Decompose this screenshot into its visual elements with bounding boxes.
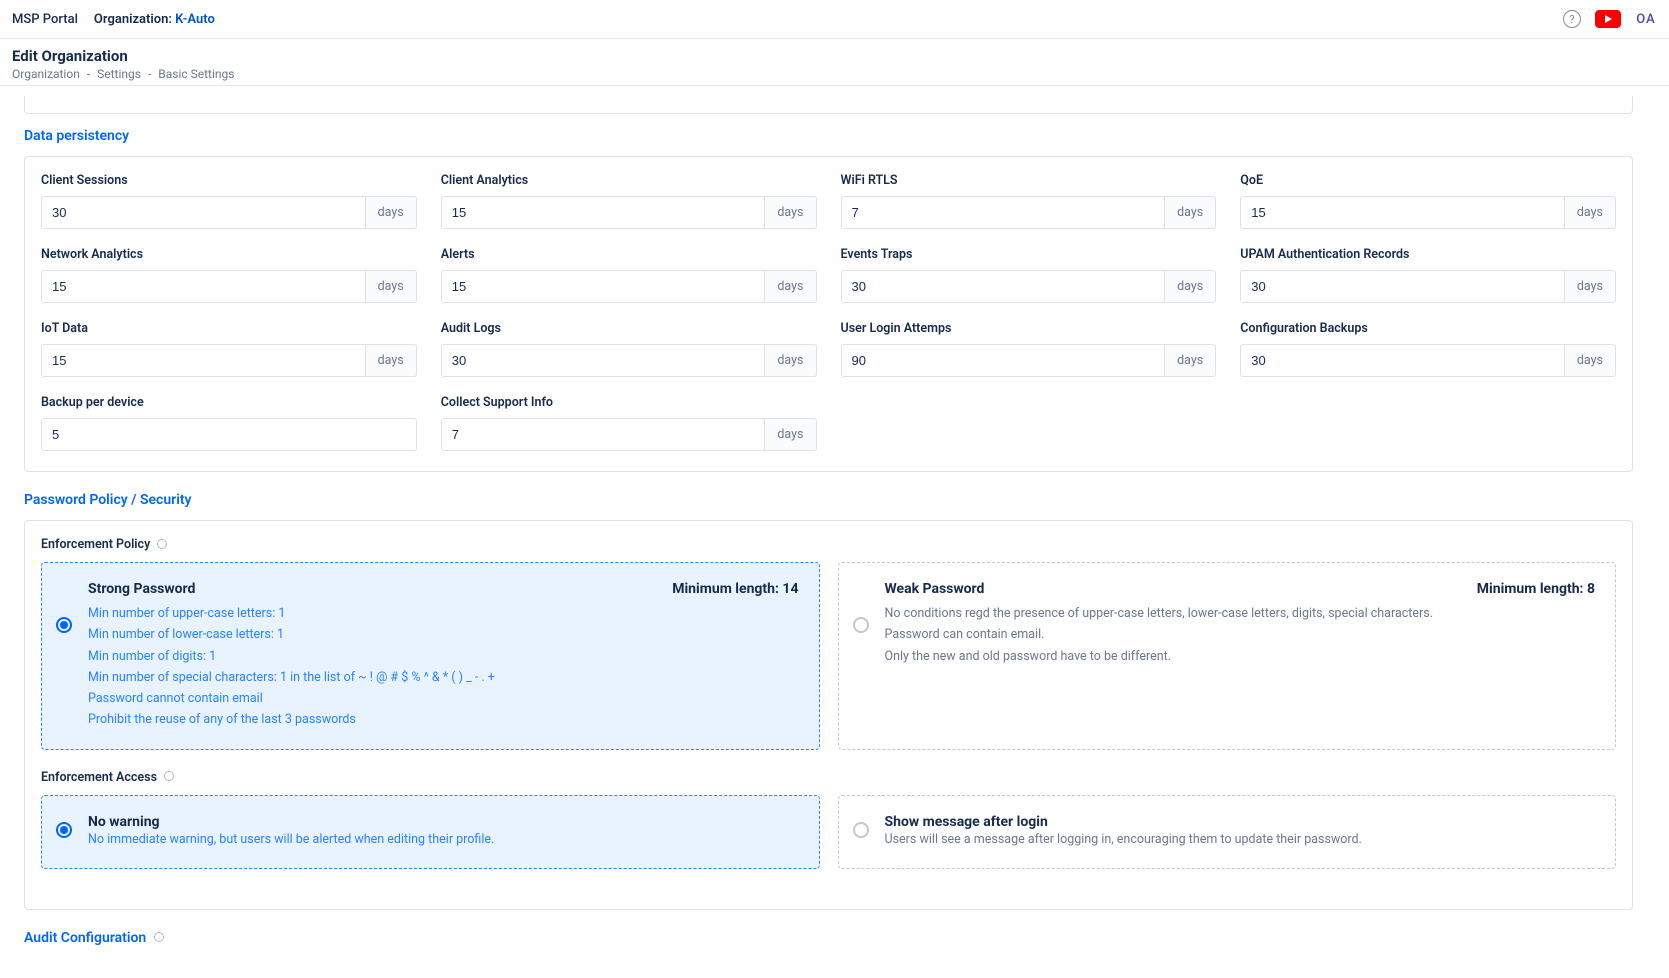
policy-rule: Min number of upper-case letters: 1 — [88, 603, 799, 624]
unit-days: days — [1565, 270, 1616, 303]
input-client-analytics[interactable] — [441, 196, 766, 229]
unit-days: days — [1165, 344, 1216, 377]
label-alerts: Alerts — [441, 247, 817, 262]
label-audit-logs: Audit Logs — [441, 321, 817, 336]
access-no-warning[interactable]: No warning No immediate warning, but use… — [41, 795, 820, 869]
breadcrumb-item[interactable]: Organization — [12, 67, 80, 81]
policy-rule: No conditions regd the presence of upper… — [885, 603, 1596, 624]
label-config-backups: Configuration Backups — [1240, 321, 1616, 336]
input-events-traps[interactable] — [841, 270, 1166, 303]
policy-strong-password[interactable]: Strong Password Minimum length: 14 Min n… — [41, 562, 820, 750]
section-audit-configuration: Audit Configuration — [24, 930, 1633, 946]
label-events-traps: Events Traps — [841, 247, 1217, 262]
policy-weak-password[interactable]: Weak Password Minimum length: 8 No condi… — [838, 562, 1617, 750]
breadcrumb-item[interactable]: Settings — [97, 67, 141, 81]
enforcement-policy-label: Enforcement Policy — [41, 537, 150, 552]
input-qoe[interactable] — [1240, 196, 1565, 229]
org-label: Organization: — [94, 12, 172, 27]
help-icon[interactable]: ? — [1563, 10, 1581, 28]
policy-rule: Min number of digits: 1 — [88, 646, 799, 667]
access-show-message[interactable]: Show message after login Users will see … — [838, 795, 1617, 869]
portal-name[interactable]: MSP Portal — [12, 12, 78, 27]
input-audit-logs[interactable] — [441, 344, 766, 377]
breadcrumb-item[interactable]: Basic Settings — [158, 67, 234, 81]
radio-weak-password[interactable] — [853, 617, 869, 633]
policy-rule: Password can contain email. — [885, 624, 1596, 645]
unit-days: days — [366, 344, 417, 377]
input-user-login-attempts[interactable] — [841, 344, 1166, 377]
input-collect-support-info[interactable] — [441, 418, 766, 451]
label-network-analytics: Network Analytics — [41, 247, 417, 262]
password-policy-card: Enforcement Policy Strong Password Minim… — [24, 520, 1633, 910]
info-icon[interactable] — [164, 771, 174, 781]
info-icon[interactable] — [157, 539, 167, 549]
input-client-sessions[interactable] — [41, 196, 366, 229]
label-user-login-attempts: User Login Attemps — [841, 321, 1217, 336]
input-upam-auth[interactable] — [1240, 270, 1565, 303]
access-show-message-title: Show message after login — [885, 814, 1596, 830]
policy-rule: Only the new and old password have to be… — [885, 646, 1596, 667]
input-backup-per-device[interactable] — [41, 418, 417, 451]
unit-days: days — [1565, 344, 1616, 377]
policy-strong-title: Strong Password — [88, 581, 195, 597]
breadcrumb: Organization - Settings - Basic Settings — [12, 67, 1657, 81]
radio-no-warning[interactable] — [56, 822, 72, 838]
section-data-persistency: Data persistency — [24, 128, 1633, 144]
topbar: MSP Portal Organization: K-Auto ? OA — [0, 0, 1669, 39]
input-iot-data[interactable] — [41, 344, 366, 377]
youtube-icon[interactable] — [1595, 10, 1621, 28]
unit-days: days — [366, 270, 417, 303]
unit-days: days — [765, 270, 816, 303]
input-config-backups[interactable] — [1240, 344, 1565, 377]
access-show-message-desc: Users will see a message after logging i… — [885, 830, 1596, 850]
policy-strong-minlen: Minimum length: 14 — [672, 581, 798, 597]
label-client-sessions: Client Sessions — [41, 173, 417, 188]
label-backup-per-device: Backup per device — [41, 395, 417, 410]
label-client-analytics: Client Analytics — [441, 173, 817, 188]
input-network-analytics[interactable] — [41, 270, 366, 303]
access-no-warning-desc: No immediate warning, but users will be … — [88, 830, 799, 850]
data-persistency-card: Client Sessions days Client Analytics da… — [24, 156, 1633, 472]
label-iot-data: IoT Data — [41, 321, 417, 336]
radio-show-message[interactable] — [853, 822, 869, 838]
unit-days: days — [765, 196, 816, 229]
unit-days: days — [1165, 196, 1216, 229]
policy-weak-minlen: Minimum length: 8 — [1477, 581, 1595, 597]
access-no-warning-title: No warning — [88, 814, 799, 830]
policy-rule: Min number of lower-case letters: 1 — [88, 624, 799, 645]
input-wifi-rtls[interactable] — [841, 196, 1166, 229]
policy-weak-title: Weak Password — [885, 581, 985, 597]
label-qoe: QoE — [1240, 173, 1616, 188]
unit-days: days — [1565, 196, 1616, 229]
unit-days: days — [765, 418, 816, 451]
policy-rule: Min number of special characters: 1 in t… — [88, 667, 799, 688]
org-name-link[interactable]: K-Auto — [175, 12, 215, 27]
policy-rule: Password cannot contain email — [88, 688, 799, 709]
unit-days: days — [1165, 270, 1216, 303]
audit-config-label: Audit Configuration — [24, 930, 146, 946]
label-wifi-rtls: WiFi RTLS — [841, 173, 1217, 188]
user-avatar[interactable]: OA — [1635, 8, 1657, 30]
info-icon[interactable] — [154, 932, 164, 942]
policy-rule: Prohibit the reuse of any of the last 3 … — [88, 709, 799, 730]
previous-card-edge — [24, 96, 1633, 114]
section-password-policy: Password Policy / Security — [24, 492, 1633, 508]
page-header: Edit Organization Organization - Setting… — [0, 39, 1669, 86]
enforcement-access-label: Enforcement Access — [41, 770, 157, 785]
radio-strong-password[interactable] — [56, 617, 72, 633]
unit-days: days — [765, 344, 816, 377]
unit-days: days — [366, 196, 417, 229]
input-alerts[interactable] — [441, 270, 766, 303]
page-title: Edit Organization — [12, 47, 1657, 65]
label-collect-support-info: Collect Support Info — [441, 395, 817, 410]
label-upam-auth: UPAM Authentication Records — [1240, 247, 1616, 262]
